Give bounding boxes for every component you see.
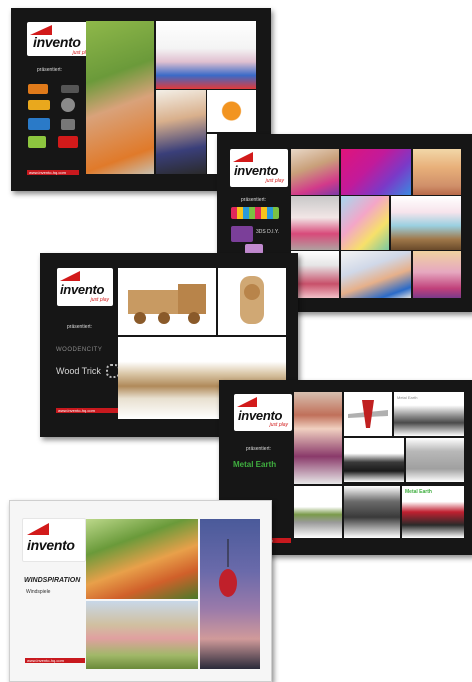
photo-girl-plush: [413, 251, 461, 298]
photo-plush-toys: [391, 196, 461, 250]
photo-craft-kit: [341, 149, 411, 195]
photo-kids-group: [156, 21, 256, 89]
photo-kids-building: [86, 21, 154, 174]
brand-woodencity: WOODENCITY: [56, 347, 103, 353]
logo-wordmark: invento: [234, 163, 279, 178]
brand-logo-6: [28, 136, 46, 148]
brand-logo-4: [28, 118, 50, 130]
catalog-footer: www.invento-hq.com: [56, 408, 118, 413]
logo-swoosh: [27, 523, 49, 535]
brand-metal-earth: Metal Earth: [233, 460, 277, 469]
brand-logo-2: [28, 100, 50, 110]
plane-drawing: [348, 400, 388, 428]
presents-label: präsentiert:: [246, 446, 272, 452]
invento-logo: invento: [22, 518, 86, 562]
photo-girl-portrait: [413, 149, 461, 195]
presents-label: präsentiert:: [241, 197, 267, 203]
lantern-drawing: [219, 539, 237, 597]
brand-woodtrick: Wood Trick: [56, 366, 101, 376]
catalog-windspiration: invento WINDSPIRATION Windspiele www.inv…: [9, 500, 272, 682]
logo-wordmark: invento: [238, 408, 283, 423]
photo-metal-car: [344, 438, 404, 482]
photo-metal-train: Metal Earth: [402, 486, 464, 538]
photo-girls-glitter: [291, 149, 339, 195]
brand-diy-label: 3DS D.I.Y.: [256, 229, 279, 235]
photo-metal-gate: [406, 438, 464, 482]
logo-wordmark: invento: [27, 537, 75, 553]
presents-label: präsentiert:: [37, 67, 63, 73]
catalog-footer: www.invento-hq.com: [27, 170, 79, 175]
photo-craft-figures: [341, 196, 389, 250]
brand-logo-creative: [231, 207, 279, 219]
tile-metal-earth-label-top: Metal Earth: [397, 395, 418, 400]
invento-logo: invento just play: [230, 149, 288, 187]
brand-windspiration: WINDSPIRATION: [24, 577, 81, 584]
brand-logo-1: [28, 84, 48, 94]
photo-lantern-sunset: [200, 519, 260, 669]
photo-wooden-clock: [218, 268, 286, 335]
brand-logo-vex: [61, 85, 79, 93]
logo-swoosh: [233, 152, 253, 162]
invento-logo: invento just play: [57, 268, 113, 306]
catalog-footer: www.invento-hq.com: [25, 658, 85, 663]
logo-tagline: just play: [265, 178, 284, 184]
logo-swoosh: [237, 397, 257, 407]
photo-metal-plane: [344, 392, 392, 436]
photo-wooden-truck: [118, 268, 216, 335]
logo-swoosh: [60, 271, 80, 281]
brand-logo-7: [58, 136, 78, 148]
photo-girl-metal-model: [294, 392, 342, 484]
photo-metal-ship: [344, 486, 400, 538]
brand-logo-5: [61, 119, 75, 130]
photo-boy-robot: [156, 90, 206, 174]
photo-metal-xwing: [294, 486, 342, 538]
logo-wordmark: invento: [60, 282, 105, 297]
brand-windspiration-sub: Windspiele: [26, 589, 51, 595]
invento-logo: invento just play: [234, 394, 292, 431]
brand-logo-3: [61, 98, 75, 112]
photo-girl-drawing: [291, 196, 339, 250]
photo-woman-pinwheel: [86, 519, 198, 599]
tile-metal-earth-label: Metal Earth: [405, 489, 432, 495]
presents-label: präsentiert:: [67, 324, 93, 330]
brand-logo-purple: [231, 226, 253, 242]
photo-bedroom-craft: [291, 251, 339, 298]
photo-orange-robot: [207, 90, 256, 132]
logo-tagline: just play: [90, 297, 109, 303]
wooden-truck-drawing: [128, 284, 206, 324]
photo-girl-clay: [341, 251, 411, 298]
wooden-clock-drawing: [240, 276, 264, 324]
photo-woman-balloon: [86, 601, 198, 669]
logo-wordmark: invento: [33, 34, 81, 50]
logo-tagline: just play: [269, 422, 288, 428]
